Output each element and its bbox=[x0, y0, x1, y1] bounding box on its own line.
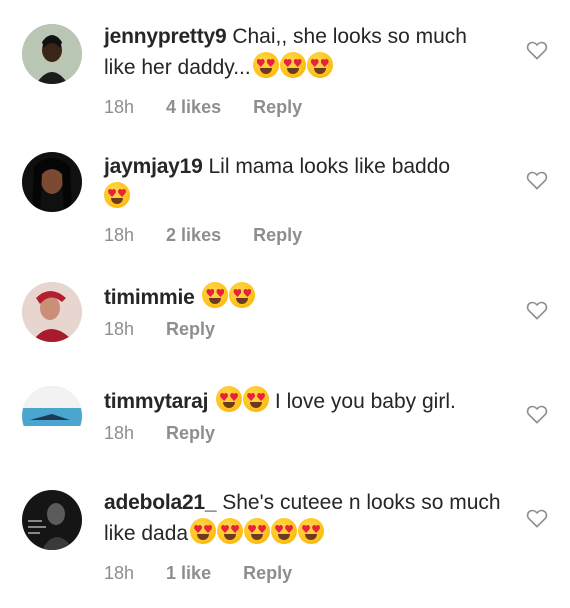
heart-eyes-emoji-icon bbox=[279, 52, 306, 78]
avatar[interactable] bbox=[22, 282, 82, 342]
avatar[interactable] bbox=[22, 24, 82, 84]
heart-outline-icon[interactable] bbox=[526, 404, 548, 424]
reply-button[interactable]: Reply bbox=[253, 225, 302, 246]
comment-text-block: jennypretty9 Chai,, she looks so much li… bbox=[104, 22, 504, 83]
comment-text-block: timmytaraj I love you baby girl. bbox=[104, 386, 504, 417]
heart-eyes-emoji-icon bbox=[298, 518, 325, 544]
emoji-group bbox=[202, 282, 256, 308]
reply-button[interactable]: Reply bbox=[243, 563, 292, 584]
username[interactable]: jennypretty9 bbox=[104, 25, 227, 48]
reply-button[interactable]: Reply bbox=[166, 319, 215, 340]
heart-outline-icon[interactable] bbox=[526, 300, 548, 320]
comment-body: adebola21_ She's cuteee n looks so much … bbox=[104, 488, 504, 584]
emoji-group bbox=[104, 182, 130, 208]
avatar[interactable] bbox=[22, 490, 82, 550]
likes-count[interactable]: 1 like bbox=[166, 563, 211, 584]
avatar[interactable] bbox=[22, 152, 82, 212]
timestamp: 18h bbox=[104, 225, 135, 245]
heart-eyes-emoji-icon bbox=[202, 282, 229, 308]
username[interactable]: jaymjay19 bbox=[104, 155, 203, 178]
comment-meta: 18h 4 likes Reply bbox=[104, 97, 504, 118]
comment-body: jaymjay19 Lil mama looks like baddo 18h … bbox=[104, 152, 504, 246]
comment-text-block: adebola21_ She's cuteee n looks so much … bbox=[104, 488, 504, 549]
comment-meta: 18h 1 like Reply bbox=[104, 563, 504, 584]
heart-eyes-emoji-icon bbox=[306, 52, 333, 78]
reply-button[interactable]: Reply bbox=[166, 423, 215, 444]
likes-count[interactable]: 2 likes bbox=[166, 225, 221, 246]
username[interactable]: timimmie bbox=[104, 286, 195, 309]
emoji-group bbox=[190, 518, 325, 544]
emoji-group bbox=[252, 52, 333, 78]
comment-body: timmytaraj I love you baby girl. 18h Rep… bbox=[104, 386, 504, 444]
comment-body: jennypretty9 Chai,, she looks so much li… bbox=[104, 22, 504, 118]
heart-outline-icon[interactable] bbox=[526, 508, 548, 528]
comment-text-block: timimmie bbox=[104, 282, 504, 313]
heart-eyes-emoji-icon bbox=[229, 282, 256, 308]
reply-button[interactable]: Reply bbox=[253, 97, 302, 118]
username[interactable]: timmytaraj bbox=[104, 390, 208, 413]
heart-outline-icon[interactable] bbox=[526, 170, 548, 190]
heart-eyes-emoji-icon bbox=[190, 518, 217, 544]
comment-text: Lil mama looks like baddo bbox=[208, 155, 451, 178]
heart-eyes-emoji-icon bbox=[243, 386, 270, 412]
heart-eyes-emoji-icon bbox=[216, 386, 243, 412]
comment-text-block: jaymjay19 Lil mama looks like baddo bbox=[104, 152, 504, 213]
username[interactable]: adebola21_ bbox=[104, 491, 217, 514]
comment-meta: 18h Reply bbox=[104, 423, 504, 444]
comment-body: timimmie 18h Reply bbox=[104, 282, 504, 340]
emoji-group bbox=[216, 386, 270, 412]
timestamp: 18h bbox=[104, 563, 135, 583]
timestamp: 18h bbox=[104, 97, 135, 117]
heart-eyes-emoji-icon bbox=[104, 182, 130, 208]
heart-eyes-emoji-icon bbox=[217, 518, 244, 544]
timestamp: 18h bbox=[104, 319, 135, 339]
timestamp: 18h bbox=[104, 423, 135, 443]
comment-text: I love you baby girl. bbox=[274, 390, 456, 413]
likes-count[interactable]: 4 likes bbox=[166, 97, 221, 118]
heart-eyes-emoji-icon bbox=[252, 52, 279, 78]
comment-meta: 18h Reply bbox=[104, 319, 504, 340]
comment-meta: 18h 2 likes Reply bbox=[104, 225, 504, 246]
heart-outline-icon[interactable] bbox=[526, 40, 548, 60]
heart-eyes-emoji-icon bbox=[271, 518, 298, 544]
avatar[interactable] bbox=[22, 386, 82, 446]
heart-eyes-emoji-icon bbox=[244, 518, 271, 544]
